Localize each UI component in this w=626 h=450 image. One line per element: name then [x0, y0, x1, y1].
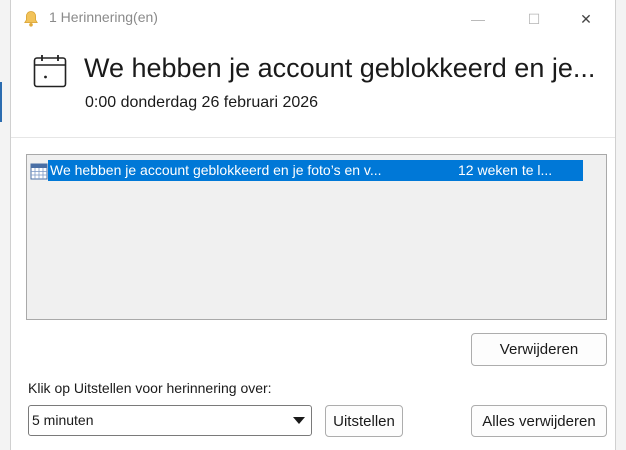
calendar-grid-icon [30, 163, 48, 179]
maximize-button[interactable]: ☐ [511, 0, 557, 38]
list-item-due: 12 weken te l... [458, 162, 553, 178]
bell-icon [24, 11, 38, 27]
title-bar[interactable]: 1 Herinnering(en) — ☐ ✕ [11, 0, 615, 38]
snooze-duration-value: 5 minuten [32, 412, 94, 428]
window-title: 1 Herinnering(en) [49, 9, 158, 25]
background-window-left [0, 0, 10, 450]
minimize-button[interactable]: — [455, 0, 501, 38]
chevron-down-icon [293, 417, 305, 424]
snooze-button[interactable]: Uitstellen [325, 405, 403, 437]
remove-button[interactable]: Verwijderen [471, 333, 607, 366]
reminder-title: We hebben je account geblokkeerd en je..… [84, 53, 596, 83]
remove-all-button[interactable]: Alles verwijderen [471, 405, 607, 437]
reminder-window: 1 Herinnering(en) — ☐ ✕ We hebben je acc… [10, 0, 616, 450]
close-button[interactable]: ✕ [563, 0, 609, 38]
snooze-prompt: Klik op Uitstellen voor herinnering over… [28, 380, 272, 396]
list-item-selection[interactable]: We hebben je account geblokkeerd en je f… [48, 160, 583, 181]
list-item[interactable]: We hebben je account geblokkeerd en je f… [30, 160, 583, 181]
reminder-list[interactable]: We hebben je account geblokkeerd en je f… [26, 154, 607, 320]
snooze-duration-select[interactable]: 5 minuten [28, 405, 312, 436]
calendar-icon [33, 55, 67, 88]
background-accent [0, 82, 2, 122]
header-divider [11, 137, 615, 138]
list-item-subject: We hebben je account geblokkeerd en je f… [50, 162, 382, 178]
reminder-datetime: 0:00 donderdag 26 februari 2026 [85, 94, 319, 111]
